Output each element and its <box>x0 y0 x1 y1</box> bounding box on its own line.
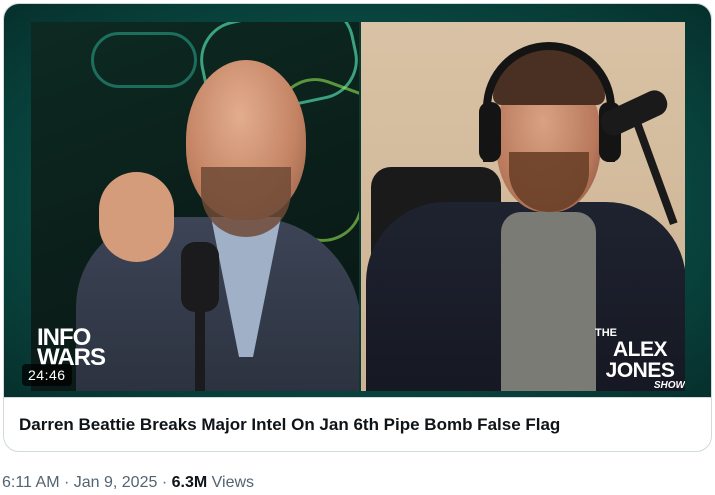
meta-separator: · <box>161 474 168 491</box>
video-duration-badge: 24:46 <box>22 364 72 386</box>
video-title[interactable]: Darren Beattie Breaks Major Intel On Jan… <box>19 415 560 435</box>
video-left-panel: INFO WARS <box>31 22 359 391</box>
headphones-icon <box>483 42 615 162</box>
video-right-panel: THE ALEX JONES SHOW <box>361 22 685 391</box>
infowars-logo: INFO WARS <box>37 324 106 371</box>
alex-jones-show-logo: THE ALEX JONES SHOW <box>595 328 685 391</box>
video-caption[interactable]: Darren Beattie Breaks Major Intel On Jan… <box>4 397 711 451</box>
host-figure <box>71 42 359 391</box>
logo-line-2: ALEX JONES <box>605 338 675 382</box>
microphone-stand <box>195 310 205 391</box>
video-card[interactable]: INFO WARS THE ALEX JONES SHOW 24:46 Darre… <box>3 3 712 452</box>
post-date[interactable]: Jan 9, 2025 <box>74 474 158 491</box>
post-meta: 6:11 AM · Jan 9, 2025 · 6.3M Views <box>2 474 254 492</box>
guest-shirt <box>501 212 596 391</box>
headphone-cup <box>479 102 501 162</box>
views-label: Views <box>211 474 255 491</box>
host-hand <box>99 172 174 262</box>
logo-line-3: SHOW <box>653 380 685 391</box>
post-time[interactable]: 6:11 AM <box>2 474 60 491</box>
meta-separator: · <box>63 474 70 491</box>
video-player[interactable]: INFO WARS THE ALEX JONES SHOW 24:46 <box>4 4 711 397</box>
views-count: 6.3M <box>171 474 208 491</box>
microphone-icon <box>181 242 219 312</box>
